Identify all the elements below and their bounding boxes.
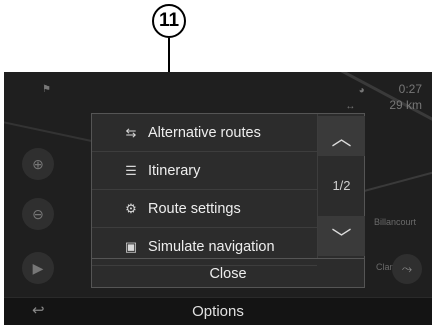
distance-arrows-icon: ↔	[345, 101, 356, 112]
menu-item-label: Route settings	[148, 200, 241, 217]
chevron-down-icon: ﹀	[331, 227, 352, 250]
menu-item-label: Simulate navigation	[148, 238, 275, 255]
route-icon: ⤳	[401, 261, 413, 276]
menu-item-itinerary[interactable]: ☰ Itinerary	[92, 152, 317, 190]
menu-item-label: Itinerary	[148, 162, 201, 179]
clock-icon: ◕	[358, 85, 365, 96]
scroll-up-button[interactable]: ︿	[318, 116, 365, 156]
menu-item-label: Alternative routes	[148, 124, 261, 141]
zoom-in-icon: ⊕	[32, 155, 44, 172]
options-menu-list: ⇆ Alternative routes ☰ Itinerary ⚙ Route…	[92, 114, 317, 266]
simulate-navigation-icon: ▣	[124, 238, 138, 254]
map-label: Billancourt	[374, 217, 417, 227]
itinerary-icon: ☰	[125, 162, 137, 178]
arrival-time: 0:27	[398, 82, 422, 96]
center-map-button[interactable]: ▶	[22, 252, 54, 284]
scroll-down-button[interactable]: ﹀	[318, 216, 365, 256]
navigation-screen: Billancourt Clamart ⚑ ◕0:27 ↔29 km ⊕ ⊖ ▶…	[4, 72, 432, 325]
close-button[interactable]: Close	[92, 258, 364, 288]
bottom-bar: ↩ Options	[4, 297, 432, 325]
zoom-in-button[interactable]: ⊕	[22, 148, 54, 180]
menu-item-alternative-routes[interactable]: ⇆ Alternative routes	[92, 114, 317, 152]
callout-number: 11	[152, 4, 186, 38]
menu-item-route-settings[interactable]: ⚙ Route settings	[92, 190, 317, 228]
menu-scroll-panel: ︿ 1/2 ﹀	[317, 114, 365, 258]
remaining-distance: 29 km	[389, 98, 422, 112]
page-indicator: 1/2	[332, 178, 351, 193]
screen-title: Options	[192, 303, 244, 320]
play-icon: ▶	[32, 259, 44, 276]
chevron-up-icon: ︿	[331, 127, 352, 150]
options-menu: ⇆ Alternative routes ☰ Itinerary ⚙ Route…	[91, 113, 365, 288]
trip-info: ◕ 0:27 ↔ 29 km	[345, 82, 422, 114]
zoom-out-button[interactable]: ⊖	[22, 198, 54, 230]
route-settings-icon: ⚙	[125, 200, 137, 216]
zoom-out-icon: ⊖	[32, 205, 44, 222]
reroute-button[interactable]: ⤳	[392, 254, 422, 284]
destination-flag-icon: ⚑	[42, 84, 51, 95]
alternative-routes-icon: ⇆	[125, 124, 137, 140]
